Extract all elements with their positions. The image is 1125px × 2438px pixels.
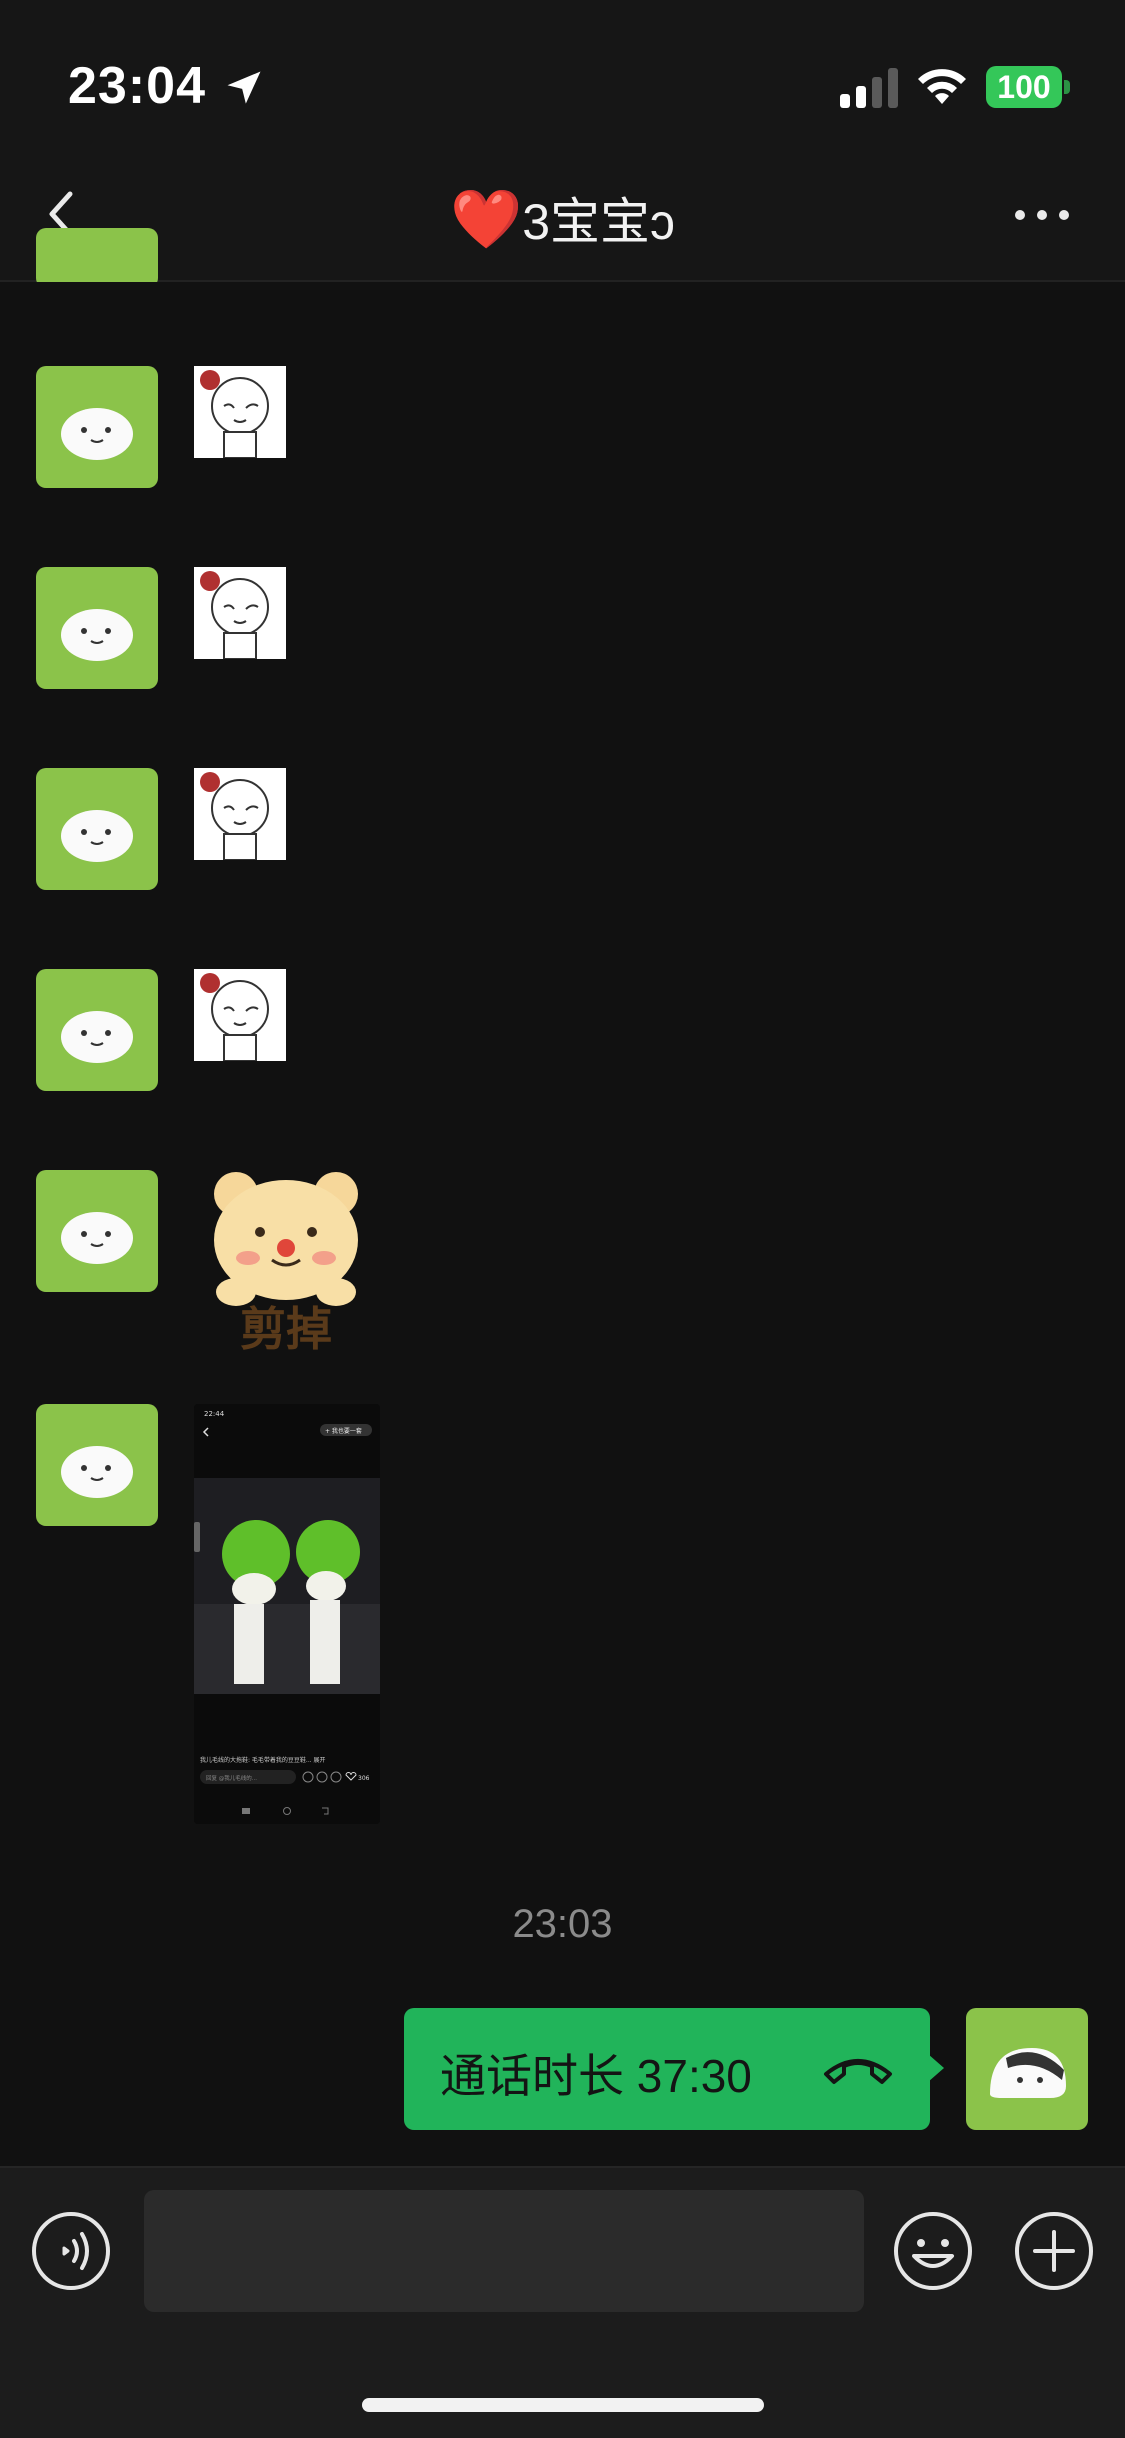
sticker-message[interactable] <box>194 567 286 660</box>
more-dots-icon[interactable] <box>1012 200 1072 230</box>
screenshot-likes: 306 <box>358 1775 370 1782</box>
bear-sticker-text: 剪掉 <box>240 1302 332 1356</box>
title-name: 3宝宝 <box>522 194 651 250</box>
bear-sticker-message[interactable]: 剪掉 <box>196 1160 376 1360</box>
title-suffix: ↄ <box>650 194 676 250</box>
plus-icon[interactable] <box>1013 2210 1095 2292</box>
battery-tip <box>1064 80 1070 94</box>
self-avatar[interactable] <box>966 2008 1088 2130</box>
signal-icon <box>840 68 898 108</box>
wifi-icon <box>918 69 966 104</box>
screenshot-comment: 回复 @我儿毛线的... <box>206 1774 257 1782</box>
bubble-tail <box>928 2054 944 2082</box>
avatar[interactable] <box>36 768 158 890</box>
avatar[interactable] <box>36 567 158 689</box>
sticker-message[interactable] <box>194 969 286 1062</box>
avatar[interactable] <box>36 969 158 1091</box>
phone-hangup-icon <box>824 2059 892 2084</box>
image-message[interactable]: 22:44 + 我也要一套 我儿毛线的大拖鞋: 毛毛带着我的豆豆鞋... 展开 … <box>194 1404 380 1824</box>
voice-input-icon[interactable] <box>30 2210 112 2292</box>
emoji-icon[interactable] <box>892 2210 974 2292</box>
screenshot-button: + 我也要一套 <box>325 1427 362 1435</box>
sticker-message[interactable] <box>194 366 286 459</box>
screenshot-caption: 我儿毛线的大拖鞋: 毛毛带着我的豆豆鞋... 展开 <box>200 1756 326 1764</box>
battery-icon: 100 <box>986 66 1070 108</box>
screenshot-time: 22:44 <box>204 1410 225 1418</box>
chat-title: ❤️3宝宝ↄ <box>0 182 1125 254</box>
avatar[interactable] <box>36 1404 158 1526</box>
avatar[interactable] <box>36 366 158 488</box>
home-indicator[interactable] <box>362 2398 764 2412</box>
status-time: 23:04 <box>68 57 206 115</box>
title-heart: ❤️ <box>449 187 523 252</box>
location-arrow-icon <box>227 71 261 104</box>
avatar[interactable] <box>36 1170 158 1292</box>
message-timestamp: 23:03 <box>512 1902 613 1946</box>
battery-level: 100 <box>986 66 1062 108</box>
sticker-message[interactable] <box>194 768 286 861</box>
header-divider <box>0 280 1125 282</box>
call-duration-text: 通话时长 37:30 <box>440 2050 752 2102</box>
avatar[interactable] <box>36 228 158 288</box>
message-input[interactable] <box>144 2190 864 2312</box>
